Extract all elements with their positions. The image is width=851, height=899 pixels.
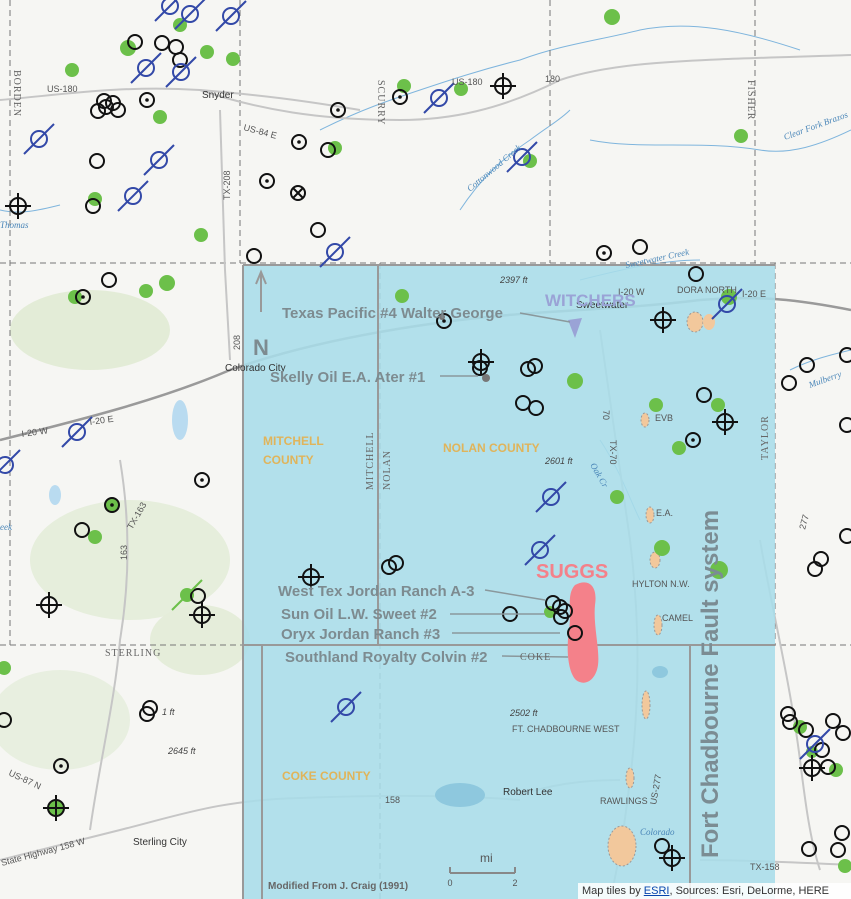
- river-colorado: Colorado: [640, 827, 675, 837]
- county-borden: BORDEN: [11, 70, 22, 117]
- scale-tick-2: 2: [512, 878, 517, 888]
- creek-thomas: Thomas: [0, 220, 29, 230]
- label-skelly-oil-ater: Skelly Oil E.A. Ater #1: [270, 369, 425, 386]
- dora-north-field-shape: [686, 311, 704, 333]
- county-fisher: FISHER: [745, 80, 756, 120]
- field-witchers-label: WITCHERS: [545, 291, 636, 310]
- study-area-overlay: [242, 264, 775, 899]
- attribution-bar: Map tiles by ESRI, Sources: Esri, DeLorm…: [578, 883, 851, 899]
- county-sterling: STERLING: [105, 648, 161, 659]
- road-163: 163: [119, 545, 129, 560]
- overlay-county-nolan: NOLAN COUNTY: [443, 441, 540, 455]
- road-us180-east: US-180: [452, 77, 483, 87]
- attribution-esri-link[interactable]: ESRI: [644, 885, 670, 897]
- elevation-2601: 2601 ft: [544, 456, 573, 466]
- field-suggs-label: SUGGS: [536, 561, 608, 583]
- suggs-field-shape: [567, 582, 599, 683]
- evb-field-shape: [640, 412, 650, 428]
- label-oryx-jordan-ranch: Oryx Jordan Ranch #3: [281, 626, 440, 643]
- road-tx158: TX-158: [750, 862, 780, 872]
- creek-eek: eek: [0, 522, 13, 532]
- field-camel-label: CAMEL: [662, 613, 693, 623]
- attribution-sources: , Sources: Esri, DeLorme, HERE: [669, 885, 830, 897]
- overlay-county-mitchell-2: COUNTY: [263, 453, 314, 467]
- rawlings-field-shape: [625, 767, 635, 789]
- ea-field-shape: [645, 506, 655, 524]
- camel-field-shape: [653, 614, 663, 636]
- road-tx70: TX-70: [608, 440, 618, 465]
- attribution-prefix: Map tiles by: [582, 885, 641, 897]
- field-ea-label: E.A.: [656, 508, 673, 518]
- scale-unit: mi: [480, 851, 493, 865]
- county-coke: COKE: [520, 652, 551, 663]
- field-dora-north-label: DORA NORTH: [677, 285, 737, 295]
- town-snyder: Snyder: [202, 90, 234, 101]
- source-credit: Modified From J. Craig (1991): [268, 881, 408, 892]
- elevation-2397: 2397 ft: [499, 275, 528, 285]
- road-208: 208: [232, 335, 242, 350]
- overlay-county-mitchell: MITCHELL: [263, 434, 324, 448]
- field-evb-label: EVB: [655, 413, 673, 423]
- north-arrow-label: N: [253, 335, 269, 360]
- label-southland-royalty-colvin: Southland Royalty Colvin #2: [285, 649, 488, 666]
- map-view[interactable]: N mi 0 2 Snyder Colorado City Sweetwater…: [0, 0, 851, 899]
- scale-tick-0: 0: [447, 878, 452, 888]
- road-i20e-east: I-20 E: [742, 289, 766, 299]
- field-ft-chadbourne-west-label: FT. CHADBOURNE WEST: [512, 724, 620, 734]
- label-west-tex-jordan-ranch: West Tex Jordan Ranch A-3: [278, 583, 474, 600]
- road-us180-west: US-180: [47, 84, 78, 94]
- town-robert-lee: Robert Lee: [503, 787, 553, 798]
- road-158: 158: [385, 795, 400, 805]
- map-canvas[interactable]: N mi 0 2 Snyder Colorado City Sweetwater…: [0, 0, 851, 899]
- road-tx208: TX-208: [222, 170, 232, 200]
- county-nolan: NOLAN: [382, 450, 393, 490]
- town-sterling-city: Sterling City: [133, 837, 187, 848]
- elevation-2645: 2645 ft: [167, 746, 196, 756]
- ft-chadbourne-west-field-shape: [641, 690, 651, 720]
- road-70: 70: [601, 410, 611, 420]
- overlay-county-coke: COKE COUNTY: [282, 769, 371, 783]
- county-taylor: TAYLOR: [760, 415, 771, 460]
- county-scurry: SCURRY: [375, 80, 386, 125]
- fault-system-label: Fort Chadbourne Fault system: [697, 510, 724, 858]
- road-180: 180: [545, 74, 560, 84]
- county-mitchell: MITCHELL: [365, 431, 376, 490]
- elevation-2502: 2502 ft: [509, 708, 538, 718]
- label-sun-oil-sweet: Sun Oil L.W. Sweet #2: [281, 606, 437, 623]
- field-rawlings-label: RAWLINGS: [600, 796, 648, 806]
- label-texas-pacific-walter-george: Texas Pacific #4 Walter George: [282, 305, 503, 322]
- elevation-1ft: 1 ft: [162, 707, 175, 717]
- field-hylton-label: HYLTON N.W.: [632, 579, 690, 589]
